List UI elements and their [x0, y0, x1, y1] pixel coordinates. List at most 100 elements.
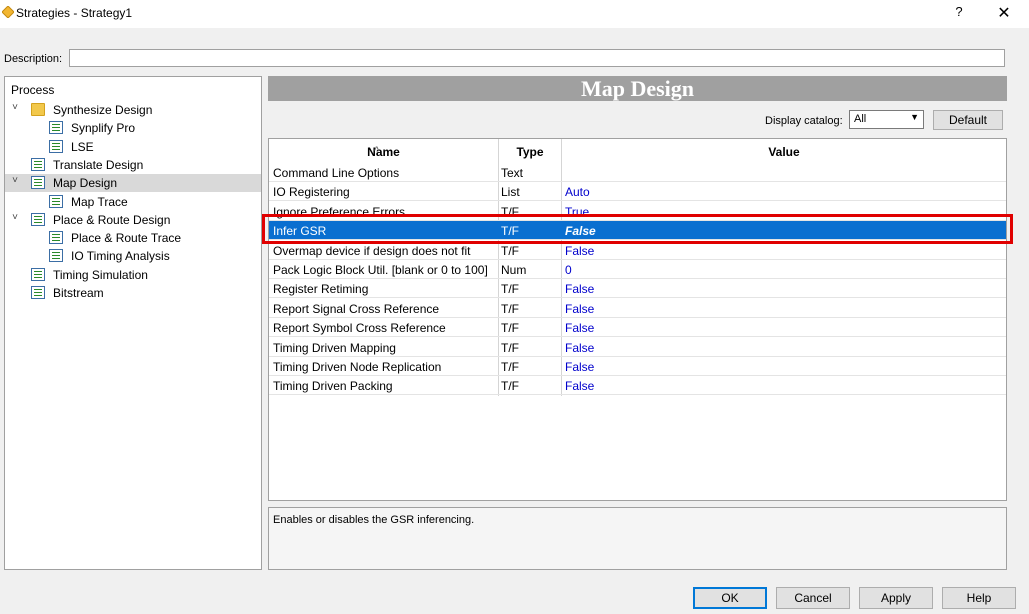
tree-item[interactable]: ˅ Place & Route Design: [5, 211, 261, 229]
tree-item[interactable]: ˅ Synthesize Design: [5, 101, 261, 119]
cell-value[interactable]: False: [565, 244, 594, 258]
tree-item-label: Timing Simulation: [53, 267, 148, 282]
checklist-icon: [31, 212, 45, 226]
checklist-icon: [49, 194, 63, 208]
property-description-text: Enables or disables the GSR inferencing.: [273, 514, 475, 526]
table-row[interactable]: IO Registering List Auto: [269, 182, 1006, 202]
settings-table: ^ Name Type Value Command Line Options Te…: [268, 138, 1007, 501]
cell-value[interactable]: 0: [565, 263, 572, 277]
cell-type: T/F: [501, 360, 519, 374]
cell-name: Timing Driven Node Replication: [273, 360, 442, 374]
cell-type: Num: [501, 263, 527, 277]
cell-name: Pack Logic Block Util. [blank or 0 to 10…: [273, 263, 488, 277]
cell-value[interactable]: False: [565, 360, 594, 374]
checklist-icon: [31, 157, 45, 171]
cell-type: T/F: [501, 301, 519, 316]
cell-type: List: [501, 185, 520, 200]
cell-name: Timing Driven Packing: [273, 379, 393, 394]
cell-value[interactable]: False: [565, 302, 594, 316]
table-row[interactable]: Report Symbol Cross Reference T/F False: [269, 318, 1006, 338]
cell-type: T/F: [501, 243, 519, 258]
cell-name: Ignore Preference Errors: [273, 204, 406, 219]
default-button[interactable]: Default: [933, 110, 1003, 130]
apply-button[interactable]: Apply: [859, 587, 933, 609]
cell-name: Report Signal Cross Reference: [273, 301, 440, 316]
checklist-icon: [31, 286, 45, 299]
cell-value[interactable]: Auto: [565, 185, 590, 199]
ok-button[interactable]: OK: [693, 587, 767, 609]
cell-value[interactable]: True: [565, 205, 589, 219]
column-header-type-label: Type: [516, 145, 544, 159]
column-header-name[interactable]: ^ Name: [269, 139, 498, 162]
column-header-name-label: Name: [367, 145, 400, 159]
cell-value[interactable]: False: [565, 379, 594, 393]
cell-value[interactable]: False: [565, 341, 594, 355]
display-catalog-value: All: [854, 113, 867, 125]
column-header-value[interactable]: Value: [562, 139, 1006, 162]
page-title: Map Design: [268, 76, 1007, 101]
table-row[interactable]: Ignore Preference Errors T/F True: [269, 202, 1006, 221]
tree-item[interactable]: Place & Route Trace: [5, 229, 261, 247]
tree-item-label: Synplify Pro: [71, 121, 136, 136]
checklist-icon: [49, 121, 63, 135]
title-bar: Strategies - Strategy1 ? ✕: [0, 0, 1029, 28]
tree-item-label: Map Design: [53, 176, 118, 191]
cell-type: T/F: [501, 321, 519, 336]
tree-item-label: Place & Route Design: [53, 212, 171, 227]
window-title: Strategies - Strategy1: [16, 6, 133, 20]
checklist-icon: [31, 267, 45, 281]
table-row[interactable]: Report Signal Cross Reference T/F False: [269, 299, 1006, 318]
cell-name: Infer GSR: [273, 224, 327, 239]
cell-value[interactable]: False: [565, 224, 596, 238]
tree-item-label: Synthesize Design: [53, 103, 153, 117]
tree-item[interactable]: Timing Simulation: [5, 266, 261, 284]
tree-item[interactable]: ˅ Map Design: [5, 174, 261, 193]
tree-item[interactable]: Bitstream: [5, 284, 261, 302]
tree-item-label: Bitstream: [53, 286, 104, 300]
process-tree[interactable]: Process ˅ Synthesize Design Synplify Pro LS…: [4, 76, 262, 570]
cell-value[interactable]: False: [565, 321, 594, 335]
table-row[interactable]: Timing Driven Mapping T/F False: [269, 338, 1006, 357]
help-button[interactable]: Help: [942, 587, 1016, 609]
tree-item-label: Translate Design: [53, 157, 144, 172]
close-icon[interactable]: ✕: [994, 3, 1014, 23]
tree-item[interactable]: Synplify Pro: [5, 119, 261, 137]
cell-type: T/F: [501, 204, 519, 219]
property-description-box: Enables or disables the GSR inferencing.: [268, 507, 1007, 570]
expand-chevron-icon[interactable]: ˅: [9, 102, 21, 116]
tree-item[interactable]: Map Trace: [5, 193, 261, 211]
cell-name: IO Registering: [273, 185, 350, 200]
chevron-down-icon: ▼: [910, 112, 919, 122]
cell-value[interactable]: False: [565, 282, 594, 296]
table-row[interactable]: Overmap device if design does not fit T/F…: [269, 241, 1006, 260]
cell-type: Text: [501, 166, 524, 180]
table-row[interactable]: Register Retiming T/F False: [269, 279, 1006, 299]
tree-item[interactable]: IO Timing Analysis: [5, 247, 261, 265]
display-catalog-label: Display catalog:: [765, 115, 843, 127]
expand-chevron-icon[interactable]: ˅: [9, 212, 21, 226]
expand-chevron-icon[interactable]: ˅: [9, 175, 21, 189]
table-row[interactable]: Infer GSR T/F False: [269, 221, 1006, 241]
sort-caret-icon: ^: [374, 145, 380, 155]
checklist-icon: [31, 176, 45, 190]
checklist-icon: [49, 249, 63, 263]
column-header-type[interactable]: Type: [498, 139, 562, 162]
cell-type: T/F: [501, 282, 519, 297]
folder-icon: [31, 103, 45, 116]
cancel-button[interactable]: Cancel: [776, 587, 850, 609]
display-catalog-select[interactable]: All ▼: [849, 110, 924, 129]
table-row[interactable]: Timing Driven Packing T/F False: [269, 376, 1006, 396]
description-label: Description:: [4, 53, 63, 65]
cell-name: Register Retiming: [273, 282, 369, 297]
cell-name: Command Line Options: [273, 166, 400, 180]
table-row[interactable]: Timing Driven Node Replication T/F False: [269, 357, 1006, 376]
help-title-button[interactable]: ?: [950, 4, 968, 22]
table-row[interactable]: Command Line Options Text: [269, 163, 1006, 182]
description-input[interactable]: [69, 49, 1005, 67]
tree-item[interactable]: LSE: [5, 138, 261, 156]
checklist-icon: [49, 231, 63, 245]
cell-name: Overmap device if design does not fit: [273, 243, 471, 258]
table-row[interactable]: Pack Logic Block Util. [blank or 0 to 10…: [269, 260, 1006, 279]
cell-name: Timing Driven Mapping: [273, 340, 396, 355]
tree-item[interactable]: Translate Design: [5, 156, 261, 174]
